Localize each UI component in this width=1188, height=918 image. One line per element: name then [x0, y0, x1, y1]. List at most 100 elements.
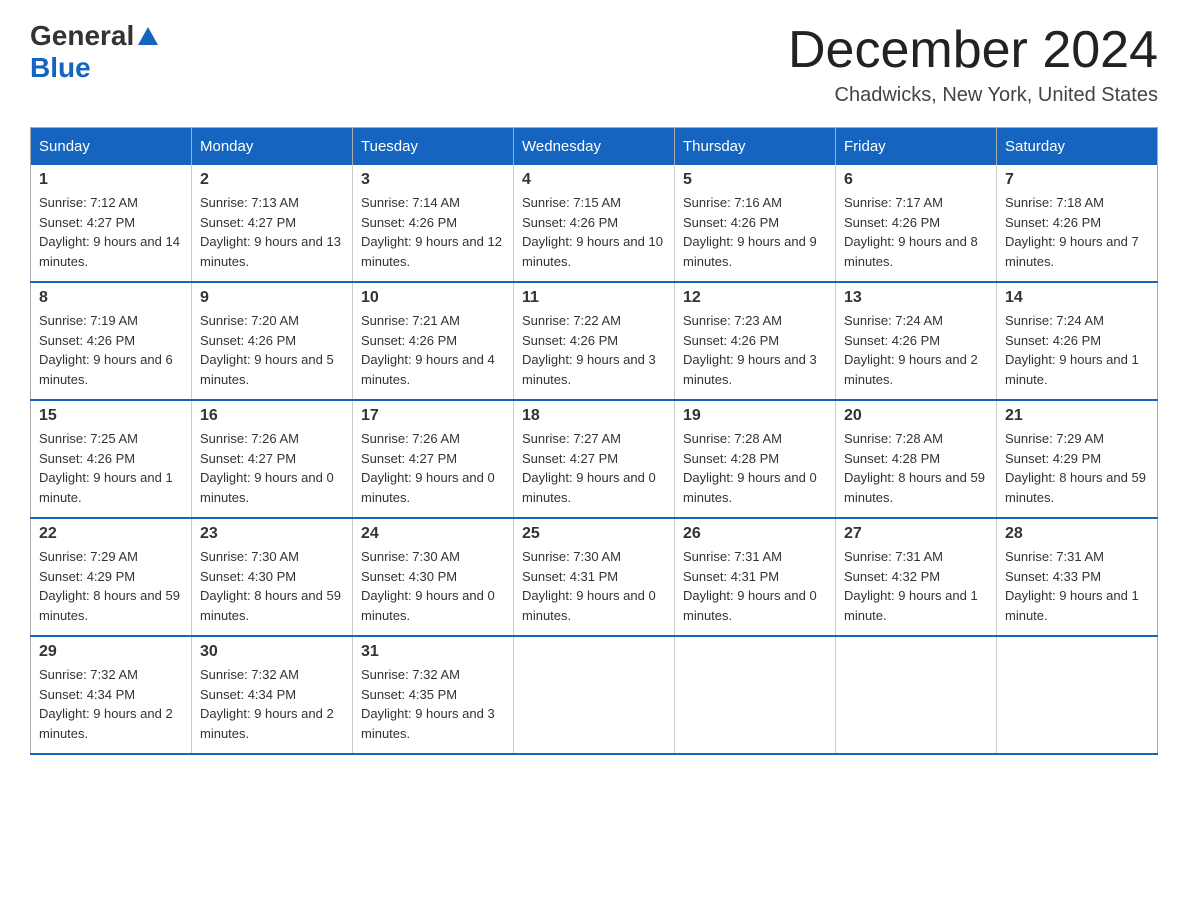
- day-info: Sunrise: 7:30 AMSunset: 4:30 PMDaylight:…: [361, 547, 505, 625]
- calendar-day-cell: 29Sunrise: 7:32 AMSunset: 4:34 PMDayligh…: [31, 636, 192, 754]
- day-number: 25: [522, 525, 666, 543]
- calendar-day-cell: 25 Sunrise: 7:30 AMSunset: 4:31 PMDayligh…: [514, 518, 675, 636]
- calendar-day-cell: 9 Sunrise: 7:20 AMSunset: 4:26 PMDaylight…: [192, 282, 353, 400]
- page-header: General Blue December 2024 Chadwicks, Ne…: [30, 20, 1158, 107]
- day-info: Sunrise: 7:24 AMSunset: 4:26 PMDaylight:…: [1005, 311, 1149, 389]
- calendar-day-cell: 19 Sunrise: 7:28 AMSunset: 4:28 PMDayligh…: [675, 400, 836, 518]
- day-info: Sunrise: 7:31 AMSunset: 4:32 PMDaylight:…: [844, 547, 988, 625]
- calendar-week-row: 29 Sunrise: 7:32 AMSunset: 4:34 PMDayligh…: [31, 636, 1158, 754]
- day-number: 13: [844, 289, 988, 307]
- day-of-week-header: Thursday: [675, 128, 836, 166]
- day-number: 31: [361, 643, 505, 661]
- title-area: December 2024 Chadwicks, New York, Unite…: [788, 20, 1158, 107]
- calendar-table: SundayMondayTuesdayWednesdayThursdayFrid…: [30, 127, 1158, 755]
- day-number: 26: [683, 525, 827, 543]
- day-number: 29: [39, 643, 183, 661]
- day-info: Sunrise: 7:31 AMSunset: 4:31 PMDaylight:…: [683, 547, 827, 625]
- calendar-day-cell: 7 Sunrise: 7:18 AMSunset: 4:26 PMDaylight…: [997, 165, 1158, 282]
- calendar-day-cell: 1Sunrise: 7:12 AMSunset: 4:27 PMDaylight…: [31, 165, 192, 282]
- day-of-week-header: Friday: [836, 128, 997, 166]
- calendar-day-cell: 31 Sunrise: 7:32 AMSunset: 4:35 PMDayligh…: [353, 636, 514, 754]
- day-info: Sunrise: 7:28 AMSunset: 4:28 PMDaylight:…: [844, 429, 988, 507]
- day-number: 23: [200, 525, 344, 543]
- calendar-day-cell: 21Sunrise: 7:29 AMSunset: 4:29 PMDayligh…: [997, 400, 1158, 518]
- day-of-week-header: Monday: [192, 128, 353, 166]
- day-info: Sunrise: 7:26 AMSunset: 4:27 PMDaylight:…: [361, 429, 505, 507]
- day-info: Sunrise: 7:31 AMSunset: 4:33 PMDaylight:…: [1005, 547, 1149, 625]
- day-number: 6: [844, 171, 988, 189]
- day-info: Sunrise: 7:19 AMSunset: 4:26 PMDaylight:…: [39, 311, 183, 389]
- day-info: Sunrise: 7:32 AMSunset: 4:35 PMDaylight:…: [361, 665, 505, 743]
- calendar-day-cell: 24 Sunrise: 7:30 AMSunset: 4:30 PMDayligh…: [353, 518, 514, 636]
- day-info: Sunrise: 7:17 AMSunset: 4:26 PMDaylight:…: [844, 193, 988, 271]
- day-number: 14: [1005, 289, 1149, 307]
- day-number: 22: [39, 525, 183, 543]
- logo-blue-text: Blue: [30, 52, 91, 83]
- day-of-week-header: Sunday: [31, 128, 192, 166]
- calendar-day-cell: 22Sunrise: 7:29 AMSunset: 4:29 PMDayligh…: [31, 518, 192, 636]
- day-number: 11: [522, 289, 666, 307]
- calendar-day-cell: [836, 636, 997, 754]
- day-info: Sunrise: 7:20 AMSunset: 4:26 PMDaylight:…: [200, 311, 344, 389]
- day-info: Sunrise: 7:15 AMSunset: 4:26 PMDaylight:…: [522, 193, 666, 271]
- day-number: 28: [1005, 525, 1149, 543]
- calendar-day-cell: [997, 636, 1158, 754]
- calendar-week-row: 15 Sunrise: 7:25 AMSunset: 4:26 PMDayligh…: [31, 400, 1158, 518]
- day-number: 17: [361, 407, 505, 425]
- day-of-week-header: Saturday: [997, 128, 1158, 166]
- day-number: 19: [683, 407, 827, 425]
- calendar-day-cell: 17 Sunrise: 7:26 AMSunset: 4:27 PMDayligh…: [353, 400, 514, 518]
- day-info: Sunrise: 7:22 AMSunset: 4:26 PMDaylight:…: [522, 311, 666, 389]
- day-info: Sunrise: 7:18 AMSunset: 4:26 PMDaylight:…: [1005, 193, 1149, 271]
- logo-triangle-icon: [138, 27, 158, 45]
- day-info: Sunrise: 7:26 AMSunset: 4:27 PMDaylight:…: [200, 429, 344, 507]
- calendar-day-cell: 4Sunrise: 7:15 AMSunset: 4:26 PMDaylight…: [514, 165, 675, 282]
- calendar-day-cell: 18 Sunrise: 7:27 AMSunset: 4:27 PMDayligh…: [514, 400, 675, 518]
- calendar-day-cell: 11 Sunrise: 7:22 AMSunset: 4:26 PMDayligh…: [514, 282, 675, 400]
- day-number: 15: [39, 407, 183, 425]
- calendar-subtitle: Chadwicks, New York, United States: [788, 84, 1158, 107]
- calendar-day-cell: 16 Sunrise: 7:26 AMSunset: 4:27 PMDayligh…: [192, 400, 353, 518]
- day-of-week-header: Wednesday: [514, 128, 675, 166]
- day-number: 2: [200, 171, 344, 189]
- day-number: 7: [1005, 171, 1149, 189]
- calendar-day-cell: 27 Sunrise: 7:31 AMSunset: 4:32 PMDayligh…: [836, 518, 997, 636]
- logo: General Blue: [30, 20, 158, 84]
- day-of-week-header: Tuesday: [353, 128, 514, 166]
- calendar-day-cell: 14 Sunrise: 7:24 AMSunset: 4:26 PMDayligh…: [997, 282, 1158, 400]
- day-number: 27: [844, 525, 988, 543]
- day-number: 18: [522, 407, 666, 425]
- day-info: Sunrise: 7:30 AMSunset: 4:30 PMDaylight:…: [200, 547, 344, 625]
- calendar-day-cell: 20 Sunrise: 7:28 AMSunset: 4:28 PMDayligh…: [836, 400, 997, 518]
- calendar-day-cell: 12 Sunrise: 7:23 AMSunset: 4:26 PMDayligh…: [675, 282, 836, 400]
- day-number: 12: [683, 289, 827, 307]
- day-info: Sunrise: 7:21 AMSunset: 4:26 PMDaylight:…: [361, 311, 505, 389]
- calendar-day-cell: 10Sunrise: 7:21 AMSunset: 4:26 PMDayligh…: [353, 282, 514, 400]
- day-info: Sunrise: 7:30 AMSunset: 4:31 PMDaylight:…: [522, 547, 666, 625]
- days-header-row: SundayMondayTuesdayWednesdayThursdayFrid…: [31, 128, 1158, 166]
- day-info: Sunrise: 7:32 AMSunset: 4:34 PMDaylight:…: [200, 665, 344, 743]
- day-info: Sunrise: 7:25 AMSunset: 4:26 PMDaylight:…: [39, 429, 183, 507]
- calendar-week-row: 1Sunrise: 7:12 AMSunset: 4:27 PMDaylight…: [31, 165, 1158, 282]
- calendar-day-cell: 2 Sunrise: 7:13 AMSunset: 4:27 PMDaylight…: [192, 165, 353, 282]
- calendar-day-cell: 28 Sunrise: 7:31 AMSunset: 4:33 PMDayligh…: [997, 518, 1158, 636]
- calendar-day-cell: 6 Sunrise: 7:17 AMSunset: 4:26 PMDaylight…: [836, 165, 997, 282]
- day-info: Sunrise: 7:27 AMSunset: 4:27 PMDaylight:…: [522, 429, 666, 507]
- day-number: 9: [200, 289, 344, 307]
- calendar-day-cell: 8Sunrise: 7:19 AMSunset: 4:26 PMDaylight…: [31, 282, 192, 400]
- day-number: 24: [361, 525, 505, 543]
- day-info: Sunrise: 7:23 AMSunset: 4:26 PMDaylight:…: [683, 311, 827, 389]
- day-info: Sunrise: 7:16 AMSunset: 4:26 PMDaylight:…: [683, 193, 827, 271]
- day-number: 20: [844, 407, 988, 425]
- day-info: Sunrise: 7:14 AMSunset: 4:26 PMDaylight:…: [361, 193, 505, 271]
- day-number: 16: [200, 407, 344, 425]
- day-info: Sunrise: 7:13 AMSunset: 4:27 PMDaylight:…: [200, 193, 344, 271]
- logo-general-text: General: [30, 20, 134, 52]
- day-info: Sunrise: 7:24 AMSunset: 4:26 PMDaylight:…: [844, 311, 988, 389]
- calendar-day-cell: 26 Sunrise: 7:31 AMSunset: 4:31 PMDayligh…: [675, 518, 836, 636]
- day-info: Sunrise: 7:28 AMSunset: 4:28 PMDaylight:…: [683, 429, 827, 507]
- day-number: 21: [1005, 407, 1149, 425]
- calendar-day-cell: [675, 636, 836, 754]
- day-number: 30: [200, 643, 344, 661]
- calendar-day-cell: 23 Sunrise: 7:30 AMSunset: 4:30 PMDayligh…: [192, 518, 353, 636]
